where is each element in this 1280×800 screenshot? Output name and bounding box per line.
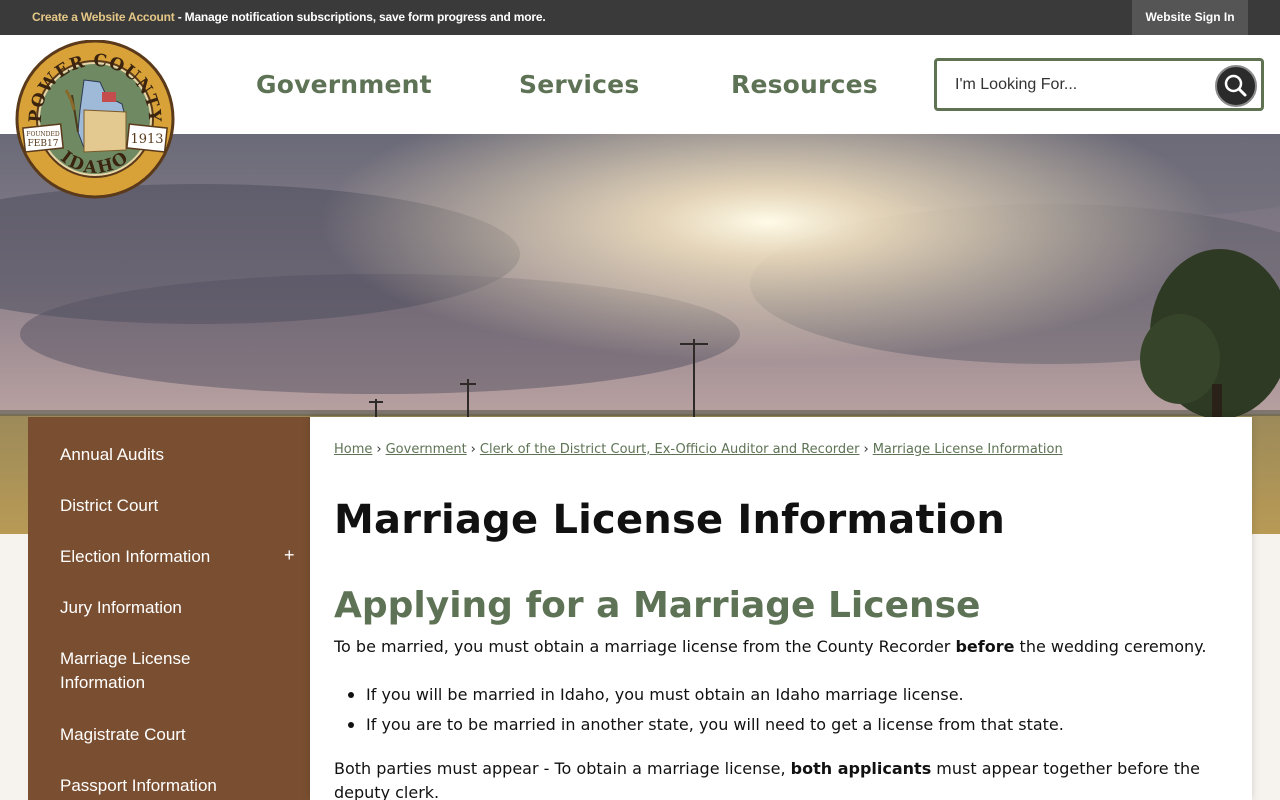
create-account-link[interactable]: Create a Website Account xyxy=(32,10,175,24)
expand-plus-icon[interactable]: + xyxy=(284,545,295,566)
account-promo: Create a Website Account - Manage notifi… xyxy=(32,10,546,24)
county-seal-logo[interactable]: FOUNDED FEB17 1913 POWER COUNTY IDAHO xyxy=(14,39,176,200)
svg-text:1913: 1913 xyxy=(130,132,163,147)
appearance-bold-text: both applicants xyxy=(790,759,932,778)
main-content: Home › Government › Clerk of the District Co… xyxy=(310,417,1252,800)
section-heading: Applying for a Marriage License xyxy=(334,585,981,626)
search-button[interactable] xyxy=(1215,65,1257,107)
breadcrumb-clerk[interactable]: Clerk of the District Court, Ex-Officio … xyxy=(480,442,860,457)
intro-bold-text: before xyxy=(955,637,1015,656)
breadcrumb-current[interactable]: Marriage License Information xyxy=(873,442,1063,457)
intro-paragraph: To be married, you must obtain a marriag… xyxy=(334,635,1224,659)
list-item: If you will be married in Idaho, you mus… xyxy=(334,680,1064,710)
appearance-text: Both parties must appear - To obtain a m… xyxy=(334,759,791,778)
sidebar-item-magistrate-court[interactable]: Magistrate Court xyxy=(60,723,186,747)
website-sign-in-button[interactable]: Website Sign In xyxy=(1132,0,1248,35)
sidebar-item-jury-information[interactable]: Jury Information xyxy=(60,596,182,620)
breadcrumb-separator: › xyxy=(376,442,382,457)
page-title: Marriage License Information xyxy=(334,497,1006,543)
svg-text:FOUNDED: FOUNDED xyxy=(26,131,60,138)
site-header: Government Services Resources xyxy=(0,35,1280,134)
breadcrumb-home[interactable]: Home xyxy=(334,442,372,457)
breadcrumb-separator: › xyxy=(470,442,476,457)
sidebar-item-passport-information[interactable]: Passport Information xyxy=(60,774,217,798)
svg-text:FEB17: FEB17 xyxy=(28,139,59,149)
sidebar-item-marriage-license[interactable]: Marriage License Information xyxy=(60,647,230,695)
sidebar-item-election-information[interactable]: Election Information xyxy=(60,545,210,569)
intro-text-end: the wedding ceremony. xyxy=(1014,637,1207,656)
sidebar-nav: Annual Audits District Court Election In… xyxy=(28,417,310,800)
sidebar-item-annual-audits[interactable]: Annual Audits xyxy=(60,443,164,467)
search-input[interactable] xyxy=(955,73,1205,97)
nav-services[interactable]: Services xyxy=(519,70,639,99)
top-utility-bar: Create a Website Account - Manage notifi… xyxy=(0,0,1280,35)
nav-resources[interactable]: Resources xyxy=(731,70,878,99)
create-account-text: - Manage notification subscriptions, sav… xyxy=(174,10,546,24)
appearance-paragraph: Both parties must appear - To obtain a m… xyxy=(334,757,1224,800)
sidebar-item-district-court[interactable]: District Court xyxy=(60,494,158,518)
search-icon xyxy=(1224,74,1247,97)
intro-text: To be married, you must obtain a marriag… xyxy=(334,637,956,656)
list-item: If you are to be married in another stat… xyxy=(334,710,1064,740)
breadcrumb-government[interactable]: Government xyxy=(386,442,467,457)
breadcrumb-separator: › xyxy=(863,442,869,457)
nav-government[interactable]: Government xyxy=(256,70,432,99)
site-search xyxy=(934,58,1264,111)
requirements-list: If you will be married in Idaho, you mus… xyxy=(334,680,1064,740)
breadcrumb: Home › Government › Clerk of the District Co… xyxy=(334,442,1063,457)
